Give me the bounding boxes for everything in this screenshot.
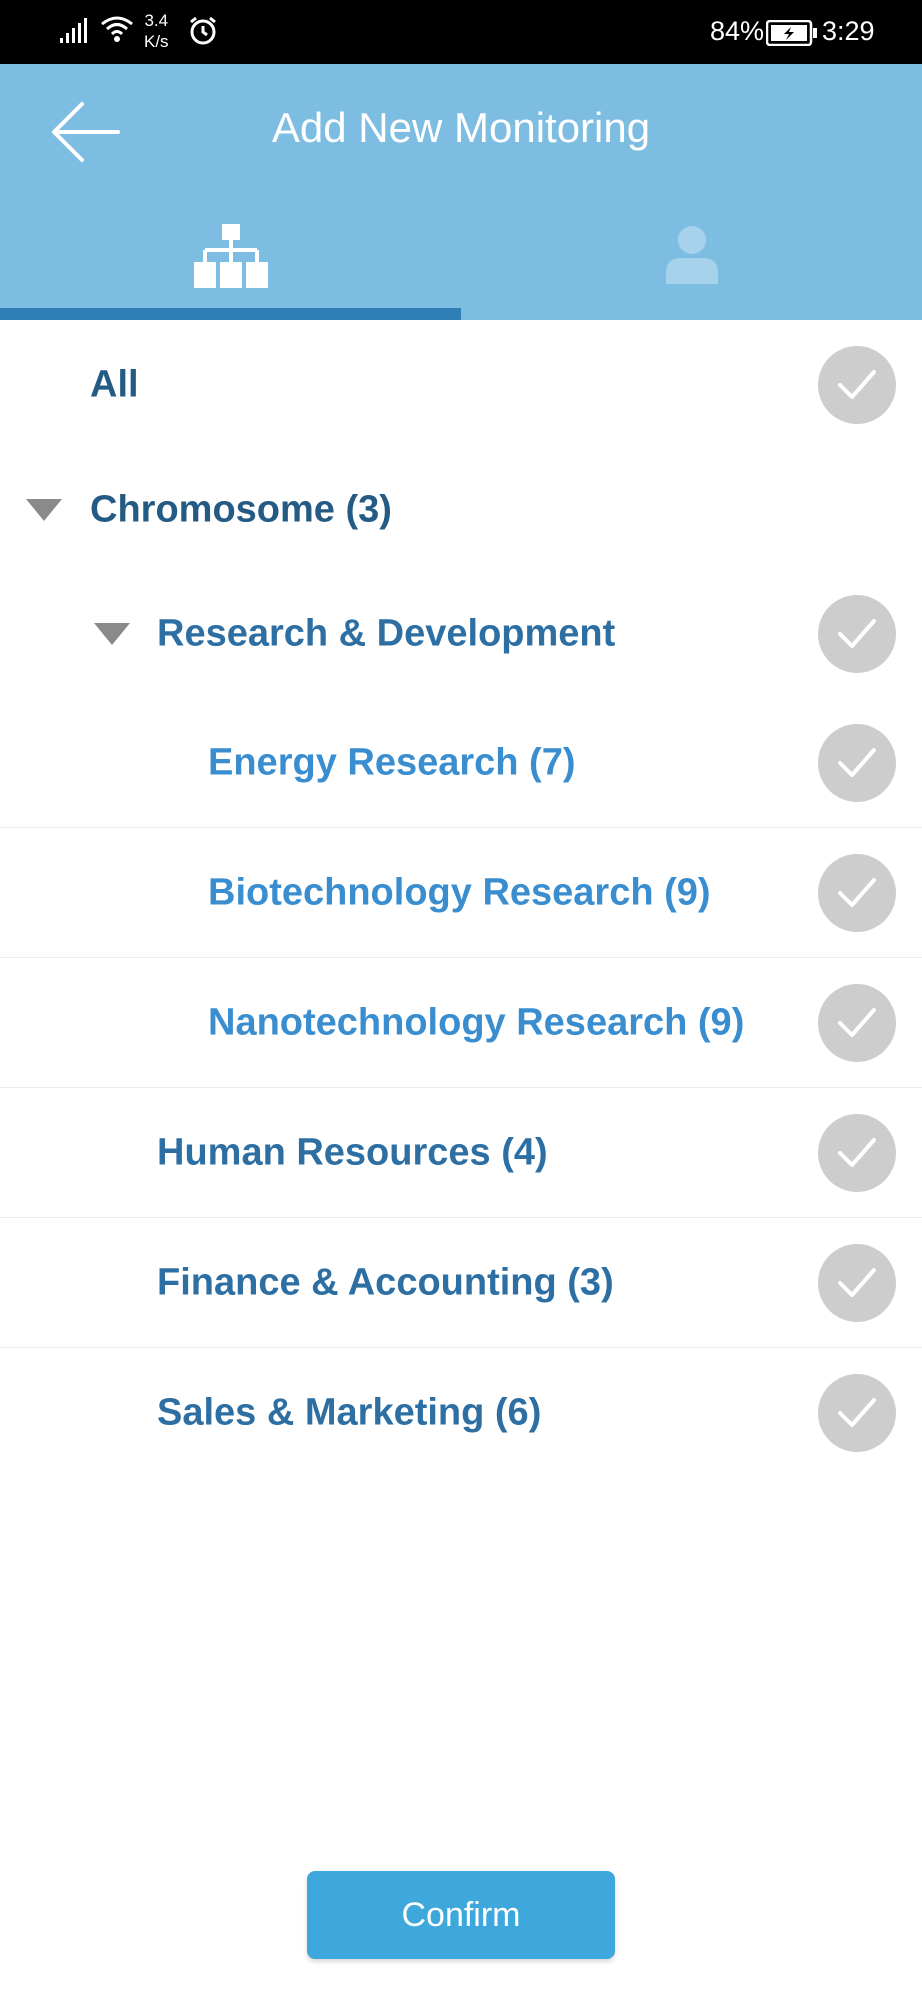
network-speed: 3.4 K/s [144, 10, 169, 52]
status-bar: 3.4 K/s 84% 3:29 [0, 0, 922, 64]
checkmark-icon [838, 619, 876, 648]
checkmark-icon [838, 1137, 876, 1167]
active-tab-indicator [0, 308, 461, 320]
select-checkbox[interactable] [818, 723, 896, 802]
battery-percent: 84% [710, 16, 765, 46]
list-item-research-development[interactable]: Research & Development [0, 570, 922, 698]
select-checkbox[interactable] [818, 1243, 896, 1322]
chromosome-label: Chromosome (3) [90, 488, 392, 531]
cellular-signal-icon [60, 18, 92, 49]
select-all-checkbox[interactable] [818, 346, 896, 424]
collapse-caret-icon[interactable] [94, 623, 130, 645]
collapse-caret-icon[interactable] [26, 499, 62, 521]
tab-person[interactable] [461, 214, 922, 320]
item-label: Biotechnology Research (9) [208, 871, 711, 913]
checkmark-icon [838, 1007, 876, 1037]
network-speed-unit: K/s [144, 32, 169, 51]
department-tree: All Chromosome (3) Research & Developmen… [0, 320, 922, 1478]
select-checkbox[interactable] [818, 1113, 896, 1192]
status-time: 3:29 [822, 16, 875, 46]
tab-organization[interactable] [0, 214, 461, 320]
list-item[interactable]: Sales & Marketing (6) [0, 1348, 922, 1478]
checkmark-icon [838, 370, 876, 399]
all-label: All [90, 363, 139, 406]
wifi-icon [100, 14, 134, 49]
list-item[interactable]: Energy Research (7) [0, 698, 922, 828]
item-label: Energy Research (7) [208, 741, 576, 783]
rnd-label: Research & Development [157, 612, 616, 655]
select-checkbox[interactable] [818, 853, 896, 932]
list-item[interactable]: Nanotechnology Research (9) [0, 958, 922, 1088]
confirm-button[interactable]: Confirm [307, 1871, 615, 1959]
checkmark-icon [838, 747, 876, 777]
list-item[interactable]: Human Resources (4) [0, 1088, 922, 1218]
network-speed-value: 3.4 [144, 11, 169, 30]
select-checkbox[interactable] [818, 595, 896, 673]
checkmark-icon [838, 877, 876, 907]
battery-charging-icon [765, 19, 818, 51]
list-item-all[interactable]: All [0, 320, 922, 450]
org-chart-icon [193, 224, 269, 295]
app-header: Add New Monitoring [0, 64, 922, 320]
checkmark-icon [838, 1398, 876, 1427]
item-label: Human Resources (4) [157, 1131, 548, 1173]
list-item[interactable]: Finance & Accounting (3) [0, 1218, 922, 1348]
item-label: Sales & Marketing (6) [157, 1391, 542, 1434]
list-item[interactable]: Biotechnology Research (9) [0, 828, 922, 958]
list-item-chromosome[interactable]: Chromosome (3) [0, 450, 922, 570]
select-checkbox[interactable] [818, 983, 896, 1062]
item-label: Finance & Accounting (3) [157, 1261, 614, 1303]
person-icon [664, 224, 720, 289]
select-checkbox[interactable] [818, 1374, 896, 1452]
checkmark-icon [838, 1267, 876, 1297]
item-label: Nanotechnology Research (9) [208, 1001, 745, 1043]
alarm-clock-icon [188, 16, 218, 51]
page-title: Add New Monitoring [271, 104, 651, 151]
